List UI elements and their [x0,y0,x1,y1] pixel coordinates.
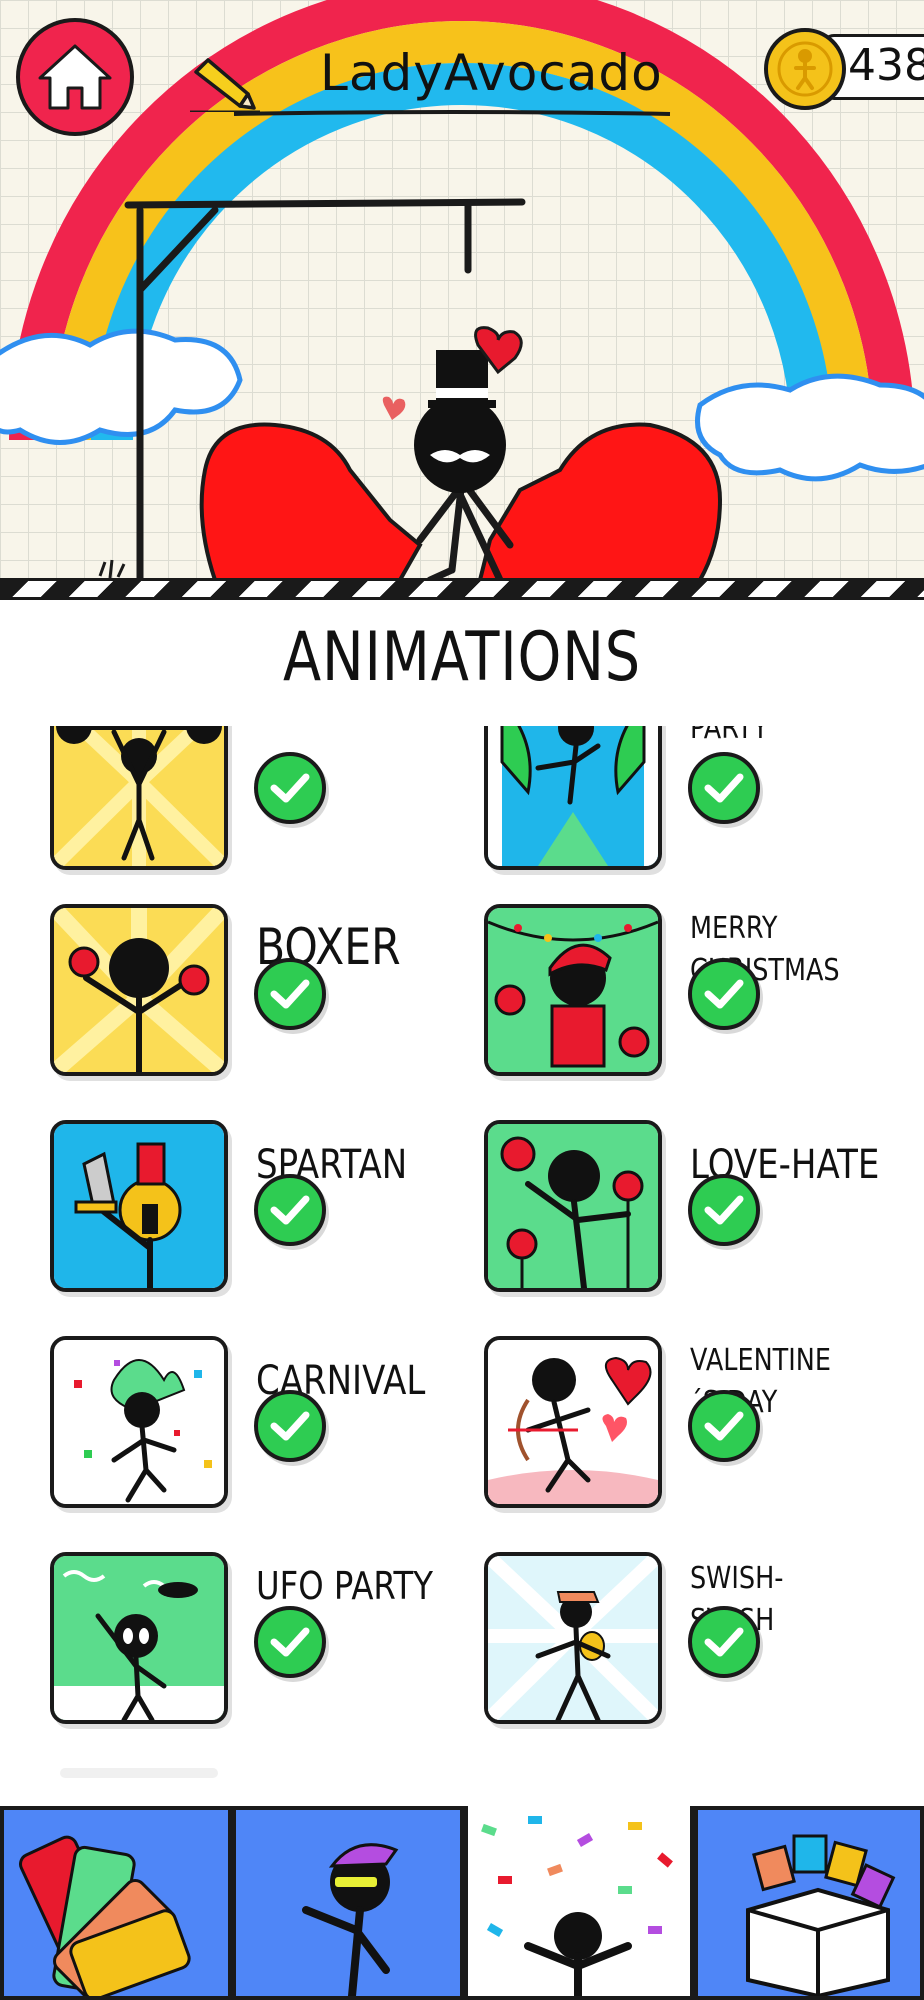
stickman-character-icon [302,1843,399,1996]
animation-thumbnail[interactable] [484,726,662,870]
edit-name-pencil-icon[interactable] [190,56,260,112]
color-palette-icon [19,1835,191,1996]
unlocked-check-icon [254,958,326,1030]
ground-stripe [0,578,924,600]
username-underline [233,110,671,116]
animation-thumbnail[interactable] [50,1552,228,1724]
unlocked-check-icon [688,958,760,1030]
animation-name: PARTY [690,726,769,746]
animation-thumbnail[interactable] [50,904,228,1076]
animation-thumbnail[interactable] [50,1120,228,1292]
animation-item-carnival[interactable]: CARNIVAL [50,1336,470,1536]
confetti-animation-icon [481,1816,673,1996]
animation-item-merry-christmas[interactable]: MERRY CHRISTMAS [484,904,904,1104]
animation-item-boxer[interactable]: BOXER [50,904,470,1104]
tab-colors[interactable] [0,1806,232,2000]
animation-thumbnail[interactable] [484,1336,662,1508]
tab-animations[interactable] [464,1806,694,2000]
animation-item-swish-swish[interactable]: SWISH-SWISH [484,1552,904,1752]
unlocked-check-icon [688,1174,760,1246]
animation-item-party[interactable]: PARTY [484,726,904,898]
username-label[interactable]: LadyAvocado [320,44,663,102]
animation-item-ufo-party[interactable]: UFO PARTY [50,1552,470,1752]
animation-thumbnail[interactable] [484,1552,662,1724]
section-title: ANIMATIONS [283,618,641,697]
animation-name: UFO PARTY [256,1564,433,1608]
unlocked-check-icon [688,752,760,824]
words-box-icon [746,1834,896,1996]
coin-icon [764,28,846,110]
animation-thumbnail[interactable] [50,1336,228,1508]
tab-words[interactable] [694,1806,924,2000]
animation-item-weightlifter[interactable] [50,726,470,898]
animation-item-love-hate[interactable]: LOVE-HATE [484,1120,904,1320]
game-scene: LadyAvocado 438 [0,0,924,598]
tab-characters[interactable] [232,1806,464,2000]
animation-item-spartan[interactable]: SPARTAN [50,1120,470,1320]
animation-thumbnail[interactable] [484,1120,662,1292]
unlocked-check-icon [254,1390,326,1462]
home-icon [38,44,112,110]
animation-item-valentines-day[interactable]: VALENTINE´S DAY [484,1336,904,1536]
animation-thumbnail[interactable] [50,726,228,870]
animation-thumbnail[interactable] [484,904,662,1076]
unlocked-check-icon [254,1606,326,1678]
bottom-nav [0,1806,924,2000]
unlocked-check-icon [688,1390,760,1462]
next-row-hint [60,1768,218,1778]
unlocked-check-icon [254,752,326,824]
unlocked-check-icon [688,1606,760,1678]
home-button[interactable] [16,18,134,136]
coin-count: 438 [848,40,924,91]
animations-list[interactable]: PARTY BOXER MERRY CHRISTMAS SPARTAN LOVE… [0,726,924,1780]
unlocked-check-icon [254,1174,326,1246]
